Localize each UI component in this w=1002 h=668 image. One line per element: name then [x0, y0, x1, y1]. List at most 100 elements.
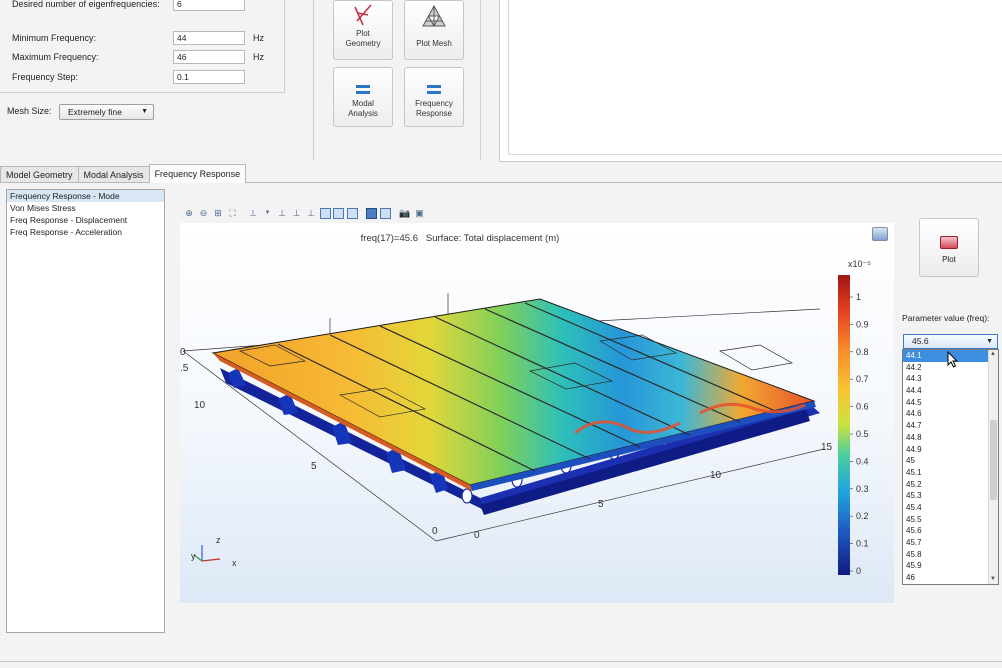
print-icon[interactable]: ▣: [414, 207, 426, 219]
chevron-down-icon: ▼: [986, 338, 993, 345]
scrollbar-thumb[interactable]: [990, 420, 997, 500]
dropdown-option[interactable]: 45.7: [903, 537, 989, 549]
chevron-down-icon[interactable]: ▼: [262, 207, 274, 219]
plot-button[interactable]: Plot: [919, 218, 979, 277]
dropdown-option[interactable]: 44.7: [903, 420, 989, 432]
zoom-out-icon[interactable]: ⊖: [198, 207, 210, 219]
min-frequency-unit: Hz: [253, 33, 264, 43]
eigenfrequencies-field[interactable]: 6: [173, 0, 245, 11]
dropdown-option[interactable]: 44.4: [903, 385, 989, 397]
dropdown-option[interactable]: 45.9: [903, 560, 989, 572]
mesh-icon: [405, 1, 463, 29]
max-frequency-field[interactable]: 46: [173, 50, 245, 64]
axis-tick-left: 0: [432, 526, 438, 537]
results-list[interactable]: Frequency Response - Mode Von Mises Stre…: [6, 189, 165, 633]
zoom-extents-icon[interactable]: ⛶: [227, 207, 239, 219]
axis-tick-left: 10: [194, 400, 206, 411]
transparency-icon[interactable]: [333, 207, 344, 219]
plot-geometry-button[interactable]: Plot Geometry: [333, 0, 393, 60]
dropdown-option[interactable]: 44.6: [903, 408, 989, 420]
tab-frequency-response[interactable]: Frequency Response: [148, 164, 247, 183]
axis-tick-left: .5: [180, 363, 189, 374]
min-frequency-field[interactable]: 44: [173, 31, 245, 45]
dropdown-option[interactable]: 44.3: [903, 373, 989, 385]
dropdown-option[interactable]: 45.8: [903, 549, 989, 561]
mesh-size-value: Extremely fine: [68, 107, 122, 117]
colorbar-tick-label: 0.1: [856, 539, 869, 549]
dropdown-option[interactable]: 45.1: [903, 467, 989, 479]
mouse-cursor-icon: [947, 351, 959, 368]
grid-icon[interactable]: [366, 207, 377, 219]
mesh-size-label: Mesh Size:: [7, 106, 52, 116]
view-xy-icon[interactable]: ⊥: [276, 207, 288, 219]
frequency-response-button[interactable]: Frequency Response: [404, 67, 464, 127]
parameter-value-select[interactable]: 45.6 ▼: [903, 334, 998, 349]
results-tabs: Model Geometry Modal Analysis Frequency …: [0, 164, 247, 183]
axis-tick-front: 10: [710, 470, 722, 481]
dropdown-option[interactable]: 44.2: [903, 362, 989, 374]
equals-icon: [405, 68, 463, 96]
dropdown-option[interactable]: 45.5: [903, 514, 989, 526]
dropdown-option[interactable]: 44.5: [903, 397, 989, 409]
dropdown-option[interactable]: 46: [903, 572, 989, 584]
modal-analysis-button[interactable]: Modal Analysis: [333, 67, 393, 127]
plot-mesh-label: Plot Mesh: [416, 39, 452, 48]
camera-icon[interactable]: 📷: [399, 207, 411, 219]
list-item[interactable]: Frequency Response - Mode: [7, 190, 164, 202]
frequency-response-label: Frequency Response: [415, 99, 453, 118]
axis-orientation-icon[interactable]: ⟂: [247, 207, 259, 219]
scroll-down-icon[interactable]: ▼: [989, 576, 997, 582]
list-item[interactable]: Freq Response - Acceleration: [7, 226, 164, 238]
scene-light-icon[interactable]: [346, 207, 358, 219]
dropdown-option[interactable]: 45.2: [903, 479, 989, 491]
plot-button-label: Plot: [942, 255, 956, 264]
parameter-value-dropdown[interactable]: 44.1 44.2 44.3 44.4 44.5 44.6 44.7 44.8 44.9 45 45…: [902, 349, 999, 585]
list-item[interactable]: Freq Response - Displacement: [7, 214, 164, 226]
zoom-box-icon[interactable]: ⊞: [212, 207, 224, 219]
equals-icon: [334, 68, 392, 96]
colorbar-tick-label: 0.4: [856, 456, 869, 466]
dropdown-option[interactable]: 44.1: [903, 350, 989, 362]
plate-surface: [211, 298, 816, 491]
axis-tick-left: 0: [180, 347, 186, 358]
parameter-value-current: 45.6: [912, 336, 929, 346]
plot-geometry-label: Plot Geometry: [345, 29, 381, 48]
colorbar-tick-label: 0.9: [856, 319, 869, 329]
view-zx-icon[interactable]: ⊥: [305, 207, 317, 219]
dropdown-option[interactable]: 45.4: [903, 502, 989, 514]
surface-plot: 0 .5 10 5 0 0 5 10 15 z y x 1 0.9 0.8 0.7 0.…: [180, 275, 869, 576]
tab-model-geometry[interactable]: Model Geometry: [0, 166, 79, 183]
dropdown-option[interactable]: 44.9: [903, 444, 989, 456]
mesh-size-select[interactable]: Extremely fine ▼: [59, 104, 154, 120]
graphics-toolbar: ⊕ ⊖ ⊞ ⛶ ⟂ ▼ ⊥ ⊥ ⊥ 📷 ▣: [183, 205, 428, 221]
actions-divider-right: [480, 0, 481, 160]
study-settings-panel: Desired number of eigenfrequencies: 6 Mi…: [0, 0, 285, 98]
dropdown-option[interactable]: 45.3: [903, 490, 989, 502]
geometry-preview-canvas[interactable]: [499, 0, 1002, 162]
zoom-in-icon[interactable]: ⊕: [183, 207, 195, 219]
dropdown-option[interactable]: 45: [903, 455, 989, 467]
colorbar-tick-label: 0.5: [856, 429, 869, 439]
colorbar-tick-label: 0.2: [856, 511, 869, 521]
reset-view-icon[interactable]: [379, 207, 391, 219]
dropdown-option[interactable]: 44.8: [903, 432, 989, 444]
colorbar-tick-label: 1: [856, 292, 861, 302]
bottom-divider: [0, 661, 1002, 662]
wireframe-icon[interactable]: [319, 207, 331, 219]
frequency-step-field[interactable]: 0.1: [173, 70, 245, 84]
dropdown-option[interactable]: 45.6: [903, 525, 989, 537]
list-item[interactable]: Von Mises Stress: [7, 202, 164, 214]
tab-modal-analysis[interactable]: Modal Analysis: [77, 166, 150, 183]
plot-mesh-button[interactable]: Plot Mesh: [404, 0, 464, 60]
axis-tick-front: 15: [821, 442, 833, 453]
view-yz-icon[interactable]: ⊥: [291, 207, 303, 219]
scroll-up-icon[interactable]: ▲: [989, 351, 997, 357]
axis-tick-left: 5: [311, 461, 317, 472]
plot-icon: [940, 236, 958, 249]
graphics-window[interactable]: freq(17)=45.6 Surface: Total displacemen…: [180, 223, 894, 603]
max-frequency-label: Maximum Frequency:: [12, 52, 99, 62]
modal-analysis-label: Modal Analysis: [348, 99, 378, 118]
max-frequency-unit: Hz: [253, 52, 264, 62]
dropdown-scrollbar[interactable]: ▲ ▼: [988, 350, 998, 584]
settings-divider-horizontal: [0, 92, 285, 93]
